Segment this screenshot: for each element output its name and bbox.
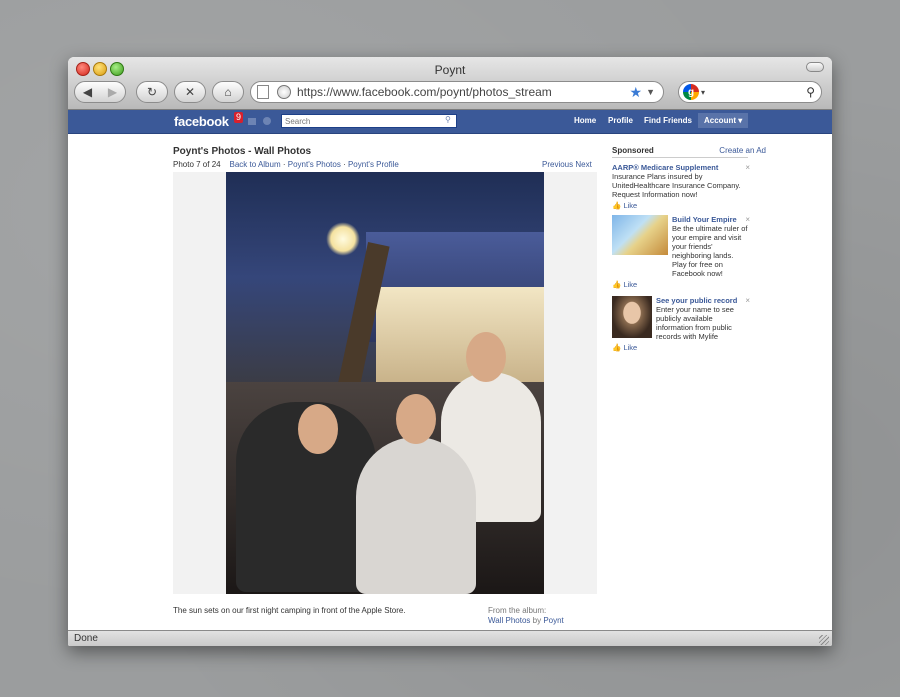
photo-face bbox=[298, 404, 338, 454]
close-icon[interactable]: × bbox=[745, 215, 750, 224]
ad-like-link[interactable]: 👍 Like bbox=[612, 201, 748, 210]
previous-link[interactable]: Previous bbox=[542, 160, 573, 169]
photo-pager: Previous Next bbox=[542, 160, 592, 169]
url-input[interactable]: https://www.facebook.com/poynt/photos_st… bbox=[297, 85, 630, 99]
search-icon[interactable]: ⚲ bbox=[806, 85, 815, 99]
close-icon[interactable]: × bbox=[745, 296, 750, 305]
google-icon[interactable]: g bbox=[683, 84, 699, 100]
search-engine-dropdown-icon[interactable]: ▾ bbox=[701, 88, 705, 97]
ad-like-label[interactable]: Like bbox=[623, 280, 637, 289]
back-arrow-icon[interactable]: ◀ bbox=[75, 85, 100, 99]
notifications-icon[interactable] bbox=[263, 117, 271, 125]
from-album-label: From the album: bbox=[488, 606, 547, 615]
back-to-album-link[interactable]: Back to Album bbox=[229, 160, 280, 169]
forward-arrow-icon[interactable]: ▶ bbox=[100, 85, 125, 99]
web-page: facebook 9 Search ⚲ Home Profile Find Fr… bbox=[68, 110, 832, 630]
ad-title[interactable]: Build Your Empire bbox=[672, 215, 748, 224]
create-ad-link[interactable]: Create an Ad bbox=[719, 146, 766, 155]
photo-container bbox=[173, 172, 597, 594]
friend-requests-badge[interactable]: 9 bbox=[234, 112, 244, 123]
page-icon[interactable] bbox=[257, 85, 269, 99]
ad-image[interactable] bbox=[612, 296, 652, 338]
ad-body: Insurance Plans insured by UnitedHealthc… bbox=[612, 172, 741, 199]
poynts-profile-link[interactable]: Poynt's Profile bbox=[348, 160, 399, 169]
window-title: Poynt bbox=[434, 63, 466, 77]
ad-body: Enter your name to see publicly availabl… bbox=[656, 305, 734, 341]
url-dropdown-icon[interactable]: ▼ bbox=[646, 87, 655, 97]
ad-body: Be the ultimate ruler of your empire and… bbox=[672, 224, 748, 278]
ad-like-link[interactable]: 👍 Like bbox=[612, 280, 748, 289]
reload-button[interactable]: ↻ bbox=[136, 81, 168, 103]
ad-item: × See your public record Enter your name… bbox=[612, 296, 750, 352]
photo-face bbox=[466, 332, 506, 382]
ad-item: × Build Your Empire Be the ultimate rule… bbox=[612, 215, 750, 289]
search-box[interactable]: g ▾ ⚲ bbox=[678, 81, 822, 103]
photo-meta: Photo 7 of 24 Back to Album · Poynt's Ph… bbox=[173, 160, 399, 169]
next-link[interactable]: Next bbox=[575, 160, 591, 169]
nav-account[interactable]: Account ▾ bbox=[698, 113, 749, 128]
address-bar[interactable]: https://www.facebook.com/poynt/photos_st… bbox=[250, 81, 664, 103]
main-photo[interactable] bbox=[226, 172, 544, 594]
stop-icon: ✕ bbox=[184, 85, 196, 99]
photo-caption: The sun sets on our first night camping … bbox=[173, 606, 406, 615]
ad-like-label[interactable]: Like bbox=[623, 343, 637, 352]
sponsored-title: Sponsored bbox=[612, 146, 654, 155]
photo-storefront bbox=[376, 287, 544, 382]
home-icon: ⌂ bbox=[224, 85, 232, 99]
nav-home[interactable]: Home bbox=[574, 116, 596, 125]
photo-index: Photo 7 of 24 bbox=[173, 160, 221, 169]
close-icon[interactable]: × bbox=[745, 163, 750, 172]
messages-icon[interactable] bbox=[248, 118, 256, 125]
poynts-photos-link[interactable]: Poynt's Photos bbox=[288, 160, 341, 169]
bookmark-star-icon[interactable]: ★ bbox=[630, 84, 643, 101]
stop-button[interactable]: ✕ bbox=[174, 81, 206, 103]
resize-grip-icon[interactable] bbox=[819, 635, 829, 645]
nav-profile[interactable]: Profile bbox=[608, 116, 633, 125]
ad-image[interactable] bbox=[612, 215, 668, 255]
ad-like-link[interactable]: 👍 Like bbox=[612, 343, 748, 352]
browser-toolbar: Poynt ◀ ▶ ↻ ✕ ⌂ https://www.facebook.com… bbox=[68, 57, 832, 110]
toolbar-toggle-button[interactable] bbox=[806, 62, 824, 72]
nav-find-friends[interactable]: Find Friends bbox=[644, 116, 692, 125]
ad-item: × AARP® Medicare Supplement Insurance Pl… bbox=[612, 163, 750, 210]
globe-icon bbox=[277, 85, 291, 99]
wall-photos-link[interactable]: Wall Photos bbox=[488, 616, 530, 625]
photo-light bbox=[326, 222, 360, 256]
facebook-header: facebook 9 Search ⚲ Home Profile Find Fr… bbox=[68, 110, 832, 134]
by-label: by bbox=[532, 616, 542, 625]
facebook-search-input[interactable]: Search bbox=[281, 114, 457, 128]
reload-icon: ↻ bbox=[146, 85, 158, 99]
poynt-link[interactable]: Poynt bbox=[543, 616, 563, 625]
album-title: Poynt's Photos - Wall Photos bbox=[173, 146, 312, 157]
browser-window: Poynt ◀ ▶ ↻ ✕ ⌂ https://www.facebook.com… bbox=[68, 57, 832, 646]
photo-person-center bbox=[356, 437, 476, 594]
home-button[interactable]: ⌂ bbox=[212, 81, 244, 103]
photo-face bbox=[396, 394, 436, 444]
ad-title[interactable]: See your public record bbox=[656, 296, 748, 305]
status-text: Done bbox=[74, 633, 98, 644]
status-bar: Done bbox=[68, 630, 832, 646]
back-forward-buttons: ◀ ▶ bbox=[74, 81, 126, 103]
facebook-search-icon[interactable]: ⚲ bbox=[445, 115, 451, 124]
from-album: From the album: Wall Photos by Poynt bbox=[488, 606, 564, 626]
ad-title[interactable]: AARP® Medicare Supplement bbox=[612, 163, 748, 172]
ad-like-label[interactable]: Like bbox=[623, 201, 637, 210]
facebook-logo[interactable]: facebook bbox=[174, 114, 229, 129]
sponsored-header: Sponsored Create an Ad bbox=[612, 146, 766, 158]
